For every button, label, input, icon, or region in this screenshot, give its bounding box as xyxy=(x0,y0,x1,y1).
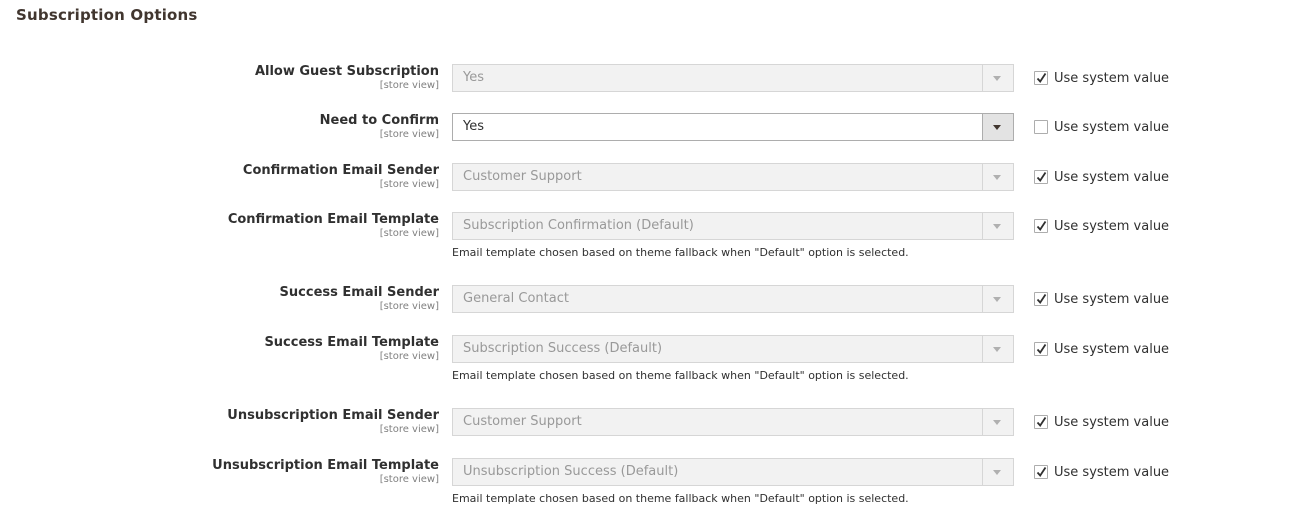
use-system-value-label: Use system value xyxy=(1054,70,1170,86)
need-to-confirm-select[interactable]: Yes xyxy=(452,113,1014,141)
field-label: Unsubscription Email Template xyxy=(212,458,439,473)
dropdown-toggle[interactable] xyxy=(982,114,1013,140)
chevron-down-icon xyxy=(993,470,1001,475)
scope-label: [store view] xyxy=(379,80,439,91)
field-label-block: Allow Guest Subscription [store view] xyxy=(255,64,439,91)
chevron-down-icon xyxy=(993,76,1001,81)
success-email-sender-select[interactable]: General Contact xyxy=(452,285,1014,313)
use-system-value[interactable]: Use system value xyxy=(1034,212,1169,240)
use-system-value-checkbox[interactable] xyxy=(1034,219,1048,233)
use-system-value-checkbox[interactable] xyxy=(1034,170,1048,184)
checkmark-icon xyxy=(1036,294,1047,304)
dropdown-toggle[interactable] xyxy=(982,286,1013,312)
use-system-value-checkbox[interactable] xyxy=(1034,342,1048,356)
use-system-value-checkbox[interactable] xyxy=(1034,292,1048,306)
scope-label: [store view] xyxy=(379,424,439,435)
field-label-block: Unsubscription Email Template [store vie… xyxy=(212,458,439,485)
use-system-value-label: Use system value xyxy=(1054,291,1170,307)
field-label: Success Email Sender xyxy=(279,285,439,300)
checkmark-icon xyxy=(1036,172,1047,182)
field-label: Unsubscription Email Sender xyxy=(227,408,439,423)
checkmark-icon xyxy=(1036,73,1047,83)
field-label: Confirmation Email Template xyxy=(227,212,439,227)
select-value: Subscription Success (Default) xyxy=(463,341,663,356)
use-system-value[interactable]: Use system value xyxy=(1034,285,1169,313)
field-label-block: Need to Confirm [store view] xyxy=(320,113,439,140)
use-system-value-checkbox[interactable] xyxy=(1034,120,1048,134)
field-note: Email template chosen based on theme fal… xyxy=(452,492,909,505)
dropdown-toggle[interactable] xyxy=(982,459,1013,485)
checkmark-icon xyxy=(1036,417,1047,427)
select-value: Customer Support xyxy=(463,169,582,184)
chevron-down-icon xyxy=(993,125,1001,130)
allow-guest-subscription-select[interactable]: Yes xyxy=(452,64,1014,92)
use-system-value[interactable]: Use system value xyxy=(1034,113,1169,141)
scope-label: [store view] xyxy=(379,129,439,140)
field-label-block: Confirmation Email Sender [store view] xyxy=(243,163,439,190)
scope-label: [store view] xyxy=(379,228,439,239)
confirmation-email-template-select[interactable]: Subscription Confirmation (Default) xyxy=(452,212,1014,240)
unsubscription-email-sender-select[interactable]: Customer Support xyxy=(452,408,1014,436)
field-note: Email template chosen based on theme fal… xyxy=(452,246,909,259)
use-system-value[interactable]: Use system value xyxy=(1034,163,1169,191)
select-value: General Contact xyxy=(463,291,569,306)
chevron-down-icon xyxy=(993,175,1001,180)
confirmation-email-sender-select[interactable]: Customer Support xyxy=(452,163,1014,191)
use-system-value-checkbox[interactable] xyxy=(1034,71,1048,85)
scope-label: [store view] xyxy=(379,474,439,485)
checkmark-icon xyxy=(1036,221,1047,231)
use-system-value[interactable]: Use system value xyxy=(1034,458,1169,486)
chevron-down-icon xyxy=(993,420,1001,425)
field-label-block: Unsubscription Email Sender [store view] xyxy=(227,408,439,435)
dropdown-toggle[interactable] xyxy=(982,164,1013,190)
success-email-template-select[interactable]: Subscription Success (Default) xyxy=(452,335,1014,363)
use-system-value[interactable]: Use system value xyxy=(1034,335,1169,363)
field-note: Email template chosen based on theme fal… xyxy=(452,369,909,382)
use-system-value[interactable]: Use system value xyxy=(1034,64,1169,92)
select-value: Unsubscription Success (Default) xyxy=(463,464,679,479)
chevron-down-icon xyxy=(993,224,1001,229)
use-system-value-label: Use system value xyxy=(1054,341,1170,357)
section-title[interactable]: Subscription Options xyxy=(16,6,198,24)
field-label: Confirmation Email Sender xyxy=(242,163,439,178)
checkmark-icon xyxy=(1036,467,1047,477)
select-value: Subscription Confirmation (Default) xyxy=(463,218,694,233)
field-label: Success Email Template xyxy=(264,335,439,350)
scope-label: [store view] xyxy=(379,179,439,190)
field-label-block: Confirmation Email Template [store view] xyxy=(228,212,439,239)
use-system-value-checkbox[interactable] xyxy=(1034,465,1048,479)
dropdown-toggle[interactable] xyxy=(982,213,1013,239)
use-system-value[interactable]: Use system value xyxy=(1034,408,1169,436)
dropdown-toggle[interactable] xyxy=(982,336,1013,362)
field-label-block: Success Email Template [store view] xyxy=(264,335,439,362)
field-label: Need to Confirm xyxy=(319,113,439,128)
use-system-value-label: Use system value xyxy=(1054,119,1170,135)
dropdown-toggle[interactable] xyxy=(982,65,1013,91)
use-system-value-label: Use system value xyxy=(1054,414,1170,430)
field-label: Allow Guest Subscription xyxy=(254,64,439,79)
unsubscription-email-template-select[interactable]: Unsubscription Success (Default) xyxy=(452,458,1014,486)
use-system-value-checkbox[interactable] xyxy=(1034,415,1048,429)
select-value: Yes xyxy=(463,119,484,134)
checkmark-icon xyxy=(1036,344,1047,354)
dropdown-toggle[interactable] xyxy=(982,409,1013,435)
scope-label: [store view] xyxy=(379,301,439,312)
select-value: Customer Support xyxy=(463,414,582,429)
chevron-down-icon xyxy=(993,347,1001,352)
field-label-block: Success Email Sender [store view] xyxy=(280,285,439,312)
chevron-down-icon xyxy=(993,297,1001,302)
scope-label: [store view] xyxy=(379,351,439,362)
use-system-value-label: Use system value xyxy=(1054,169,1170,185)
use-system-value-label: Use system value xyxy=(1054,218,1170,234)
select-value: Yes xyxy=(463,70,484,85)
use-system-value-label: Use system value xyxy=(1054,464,1170,480)
